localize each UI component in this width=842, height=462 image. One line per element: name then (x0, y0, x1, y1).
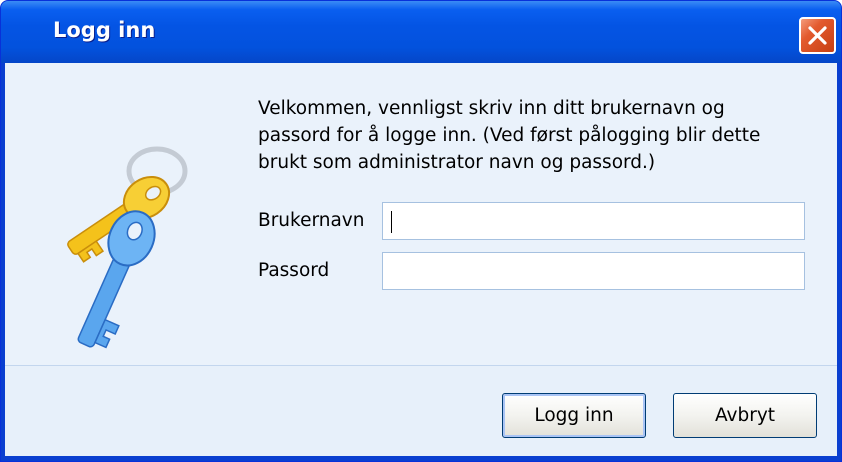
login-dialog: Logg inn Velkommen, vennligst skriv inn … (0, 0, 842, 462)
username-field[interactable] (382, 202, 805, 240)
welcome-line-1: Velkommen, vennligst skriv inn ditt bruk… (258, 98, 725, 119)
welcome-line-3: brukt som administrator navn og passord.… (258, 152, 656, 173)
window-title: Logg inn (53, 18, 156, 42)
dialog-content: Velkommen, vennligst skriv inn ditt bruk… (5, 63, 837, 365)
cancel-button[interactable]: Avbryt (673, 393, 817, 438)
close-icon (808, 26, 827, 45)
dialog-client-area: Velkommen, vennligst skriv inn ditt bruk… (5, 63, 837, 456)
text-caret (391, 211, 392, 233)
password-label: Passord (258, 260, 330, 281)
login-button[interactable]: Logg inn (502, 393, 646, 438)
close-button[interactable] (799, 17, 836, 54)
welcome-line-2: passord for å logge inn. (Ved først pålo… (258, 125, 761, 146)
password-field[interactable] (382, 252, 805, 290)
title-bar[interactable]: Logg inn (1, 1, 841, 63)
keys-icon (67, 146, 188, 349)
welcome-message: Velkommen, vennligst skriv inn ditt bruk… (258, 95, 818, 176)
username-label: Brukernavn (258, 210, 365, 231)
